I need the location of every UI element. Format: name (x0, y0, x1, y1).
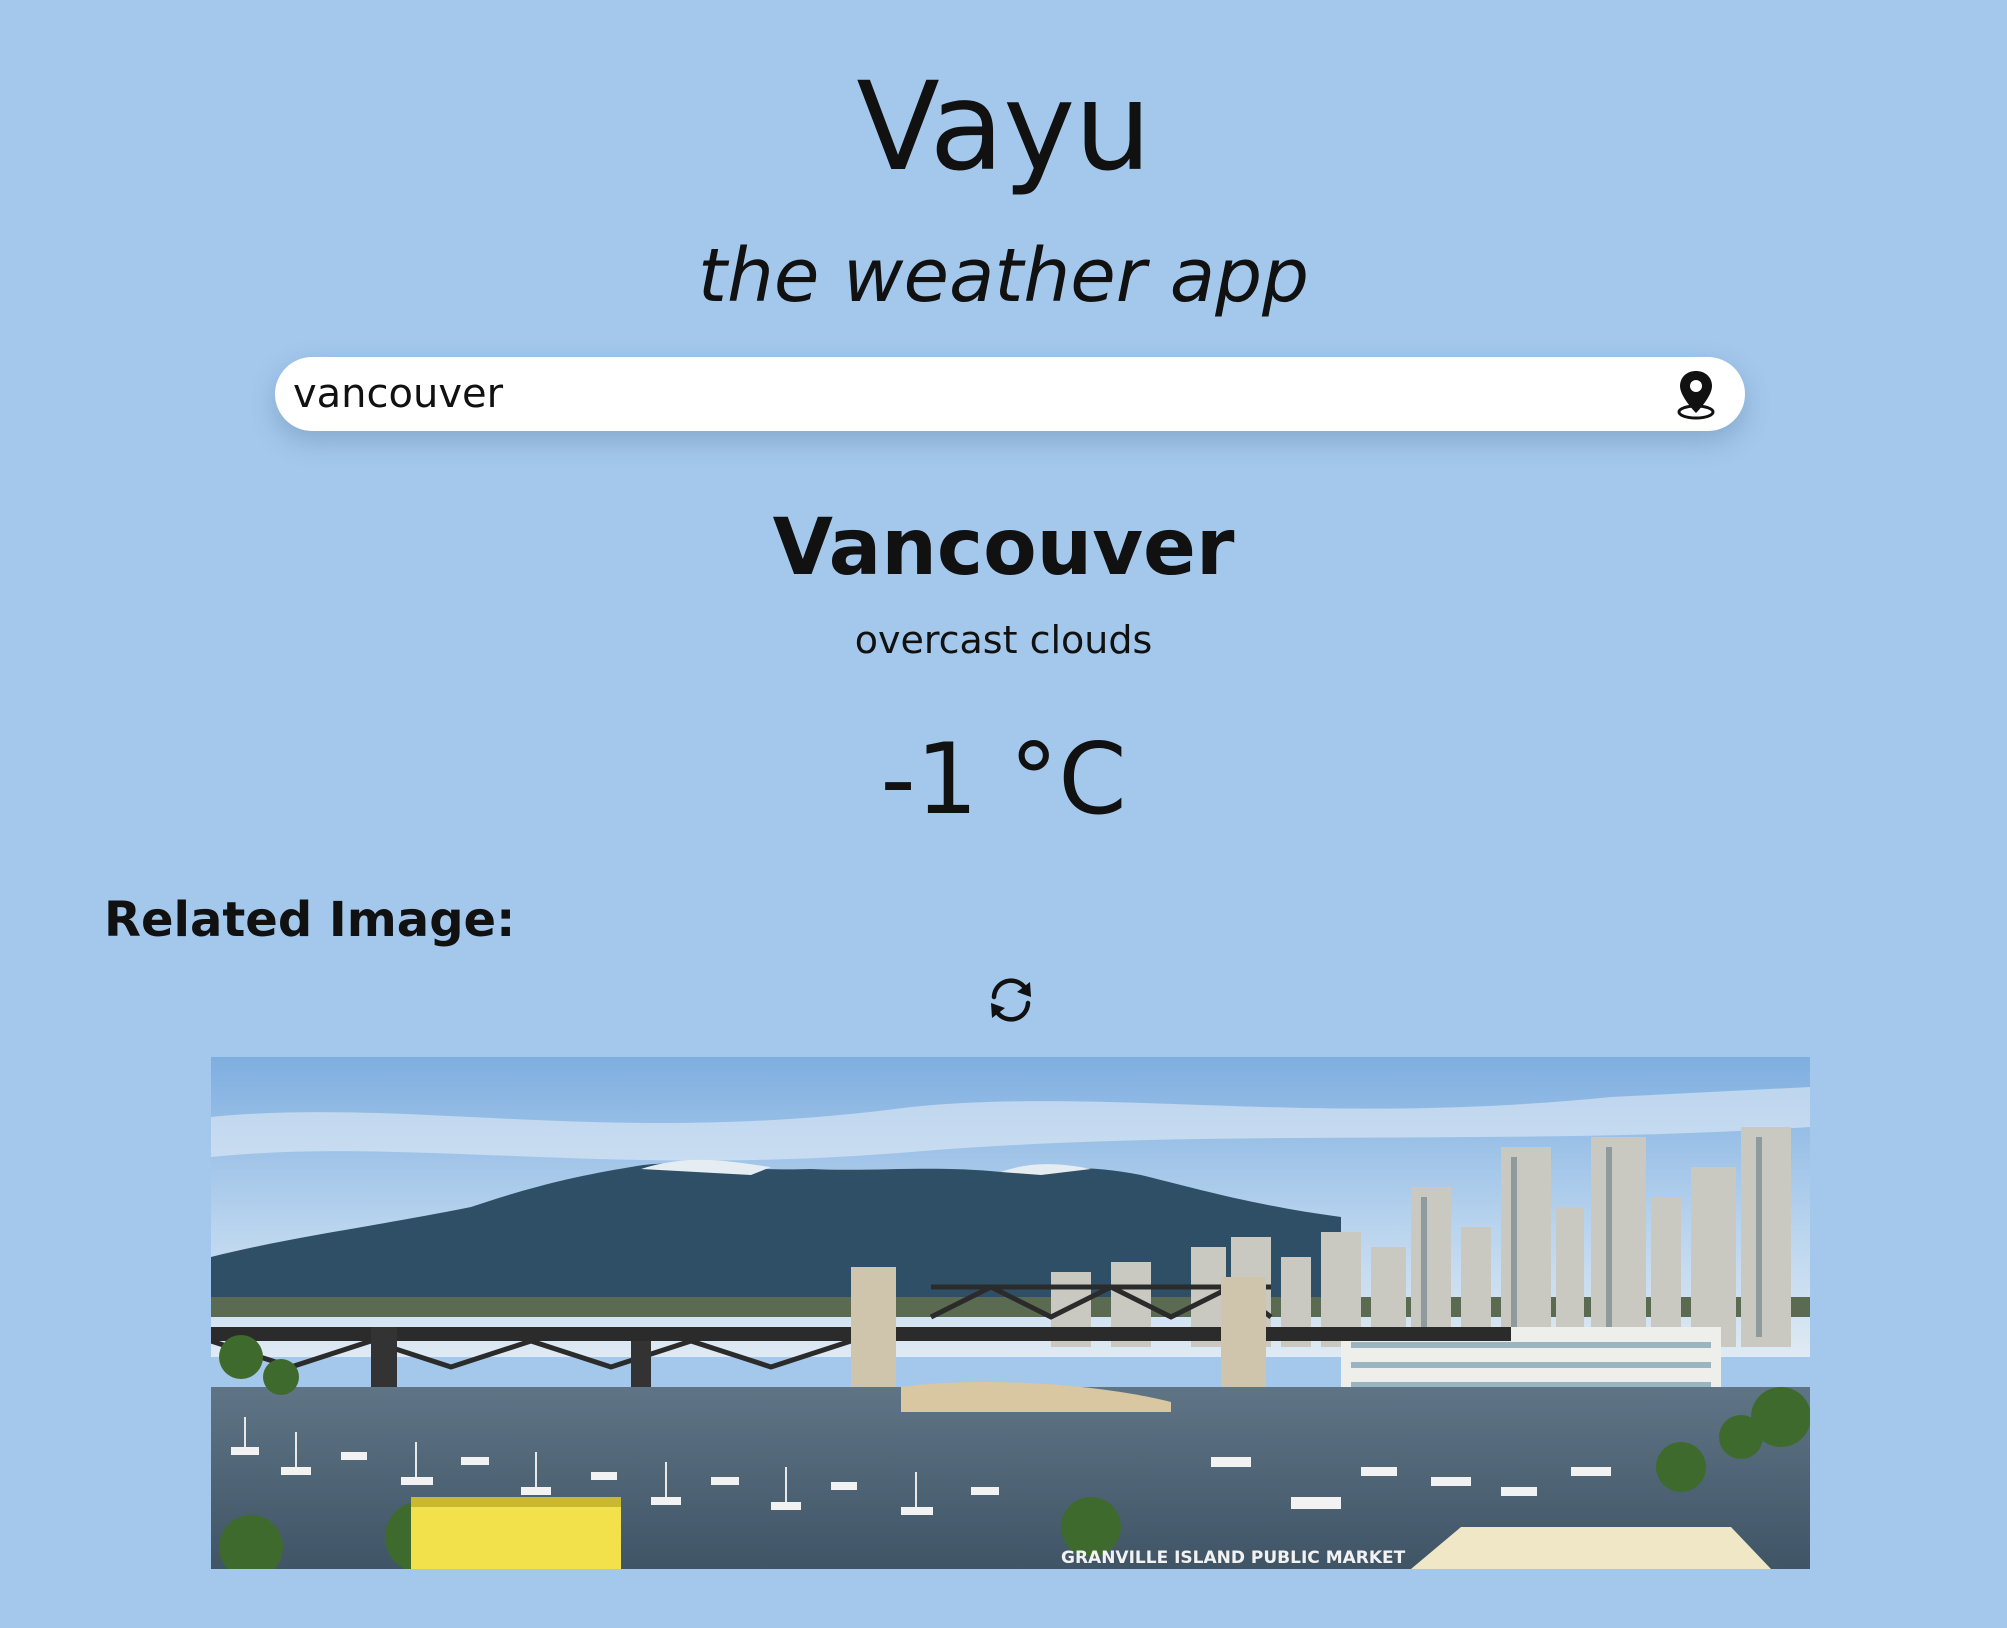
search-bar (275, 357, 1745, 431)
app-title: Vayu (856, 56, 1151, 198)
refresh-icon (991, 978, 1031, 1022)
weather-condition: overcast clouds (854, 618, 1153, 662)
app-subtitle: the weather app (697, 233, 1310, 319)
app-page: Vayu the weather app Vancouver overcast … (0, 0, 2007, 1628)
city-search-input[interactable] (293, 364, 1669, 424)
city-name: Vancouver (772, 503, 1235, 593)
related-city-photo: GRANVILLE ISLAND PUBLIC MARKET (211, 1057, 1810, 1569)
refresh-image-button[interactable] (981, 970, 1041, 1030)
market-sign-text: GRANVILLE ISLAND PUBLIC MARKET (1061, 1548, 1406, 1568)
temperature: -1 °C (880, 723, 1127, 837)
location-pin-icon (1677, 371, 1715, 420)
related-image-heading: Related Image: (104, 892, 516, 948)
location-button[interactable] (1669, 364, 1723, 424)
